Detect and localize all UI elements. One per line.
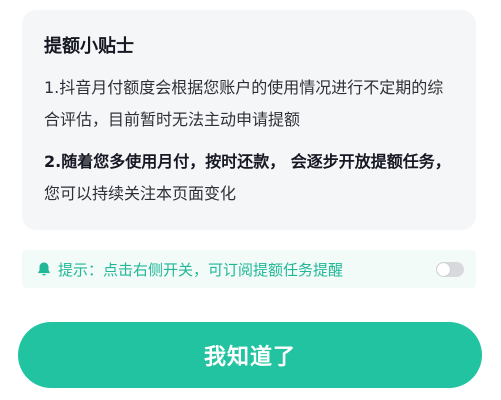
subscribe-reminder-text: 提示：点击右侧开关，可订阅提额任务提醒 xyxy=(58,260,344,279)
tip-item-2: 2.随着您多使用月付，按时还款， 会逐步开放提额任务， 您可以持续关注本页面变化 xyxy=(44,146,454,210)
tips-title: 提额小贴士 xyxy=(44,36,134,57)
tips-dialog: 提额小贴士 1.抖音月付额度会根据您账户的使用情况进行不定期的综合评估，目前暂时… xyxy=(0,0,501,400)
subscribe-reminder-bar: 提示：点击右侧开关，可订阅提额任务提醒 xyxy=(22,250,476,288)
tip-item-2-bold: 2.随着您多使用月付，按时还款， 会逐步开放提额任务， xyxy=(44,152,451,171)
toggle-knob xyxy=(437,262,450,276)
bell-icon xyxy=(38,262,50,276)
tip-item-2-rest: 您可以持续关注本页面变化 xyxy=(44,184,237,203)
tip-item-1: 1.抖音月付额度会根据您账户的使用情况进行不定期的综合评估，目前暂时无法主动申请… xyxy=(44,78,444,129)
got-it-button[interactable]: 我知道了 xyxy=(18,322,482,388)
tips-card: 提额小贴士 1.抖音月付额度会根据您账户的使用情况进行不定期的综合评估，目前暂时… xyxy=(22,10,476,230)
subscribe-reminder-toggle[interactable] xyxy=(436,261,464,277)
